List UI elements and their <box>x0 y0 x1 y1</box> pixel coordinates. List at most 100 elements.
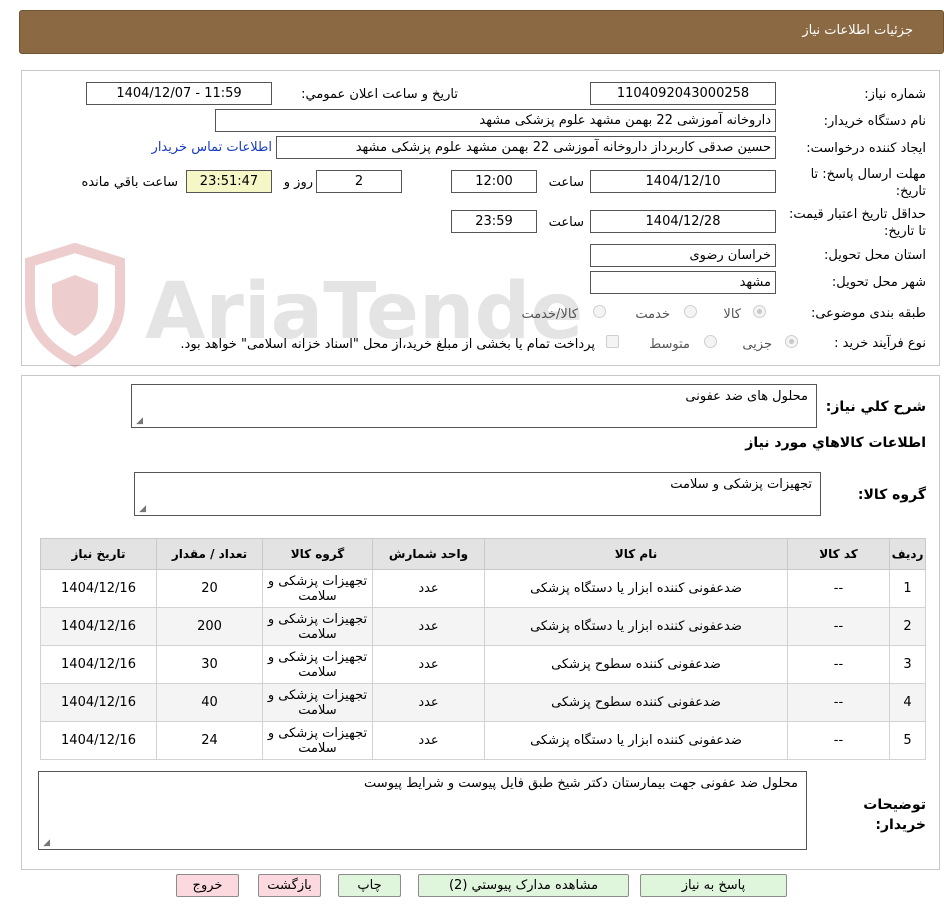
cell-row: 5 <box>889 721 926 760</box>
goods-group-textarea: تجهیزات پزشکی و سلامت ◢ <box>134 472 821 516</box>
cell-group: تجهیزات پزشکی و سلامت <box>262 683 373 722</box>
table-row: 1 -- ضدعفونی کننده ابزار یا دستگاه پزشکی… <box>40 569 926 608</box>
cell-quantity: 200 <box>156 607 263 646</box>
days-remaining-field: 2 <box>316 170 402 193</box>
buyer-notes-text: محلول ضد عفونی جهت بیمارستان دکتر شیخ طب… <box>364 776 798 791</box>
cell-group: تجهیزات پزشکی و سلامت <box>262 607 373 646</box>
cell-code: -- <box>787 607 890 646</box>
cell-date: 1404/12/16 <box>40 645 157 684</box>
cell-group: تجهیزات پزشکی و سلامت <box>262 569 373 608</box>
cell-unit: عدد <box>372 569 485 608</box>
resize-grip-icon[interactable]: ◢ <box>41 839 50 848</box>
cell-quantity: 30 <box>156 645 263 684</box>
cell-date: 1404/12/16 <box>40 569 157 608</box>
process-radio-minor[interactable] <box>785 335 798 348</box>
goods-table: ردیف کد کالا نام کالا واحد شمارش گروه کا… <box>40 538 926 760</box>
creator-field: حسین صدقی کاربرداز داروخانه آموزشی 22 به… <box>276 136 776 159</box>
cell-unit: عدد <box>372 607 485 646</box>
category-option-goods-service: کالا/خدمت <box>521 307 578 322</box>
category-option-goods: کالا <box>723 307 741 322</box>
cell-name: ضدعفونی کننده ابزار یا دستگاه پزشکی <box>484 569 788 608</box>
treasury-payment-note: پرداخت تمام یا بخشی از مبلغ خرید،از محل … <box>180 337 595 352</box>
cell-code: -- <box>787 721 890 760</box>
category-label: طبقه بندی موضوعی: <box>810 306 926 321</box>
cell-name: ضدعفونی کننده سطوح پزشکی <box>484 645 788 684</box>
buyer-notes-label: توضیحات خریدار: <box>863 797 926 833</box>
table-row: 3 -- ضدعفونی کننده سطوح پزشکی عدد تجهیزا… <box>40 645 926 684</box>
cell-group: تجهیزات پزشکی و سلامت <box>262 645 373 684</box>
days-label: روز و <box>283 175 313 190</box>
city-field: مشهد <box>590 271 776 294</box>
cell-group: تجهیزات پزشکی و سلامت <box>262 721 373 760</box>
announce-date-label: تاریخ و ساعت اعلان عمومي: <box>301 87 458 102</box>
goods-info-title: اطلاعات کالاهاي مورد نیاز <box>745 435 926 451</box>
summary-text: محلول های ضد عفونی <box>685 389 808 404</box>
buyer-org-field: داروخانه آموزشی 22 بهمن مشهد علوم پزشکی … <box>215 109 776 132</box>
table-row: 4 -- ضدعفونی کننده سطوح پزشکی عدد تجهیزا… <box>40 683 926 722</box>
reply-to-need-button[interactable]: پاسخ به نیاز <box>640 874 787 897</box>
page-header: جزئیات اطلاعات نیاز <box>19 10 944 54</box>
price-validity-label: حداقل تاریخ اعتبار قیمت: تا تاریخ: <box>788 207 926 239</box>
goods-group-text: تجهیزات پزشکی و سلامت <box>670 477 812 492</box>
col-header-code: کد کالا <box>787 538 890 570</box>
cell-name: ضدعفونی کننده ابزار یا دستگاه پزشکی <box>484 721 788 760</box>
treasury-payment-checkbox[interactable] <box>606 335 619 348</box>
cell-quantity: 40 <box>156 683 263 722</box>
cell-row: 3 <box>889 645 926 684</box>
category-radio-goods[interactable] <box>753 305 766 318</box>
need-number-field: 1104092043000258 <box>590 82 776 105</box>
col-header-group: گروه کالا <box>262 538 373 570</box>
announce-date-field: 1404/12/07 - 11:59 <box>86 82 272 105</box>
category-radio-goods-service[interactable] <box>593 305 606 318</box>
view-attachments-button[interactable]: مشاهده مدارک پیوستي (2) <box>418 874 629 897</box>
cell-code: -- <box>787 645 890 684</box>
process-option-medium: متوسط <box>649 337 690 352</box>
cell-row: 1 <box>889 569 926 608</box>
need-number-label: شماره نیاز: <box>864 87 926 102</box>
table-row: 5 -- ضدعفونی کننده ابزار یا دستگاه پزشکی… <box>40 721 926 760</box>
city-label: شهر محل تحویل: <box>831 275 926 290</box>
cell-row: 2 <box>889 607 926 646</box>
col-header-quantity: تعداد / مقدار <box>156 538 263 570</box>
col-header-date: تاریخ نیاز <box>40 538 157 570</box>
back-button[interactable]: بازگشت <box>258 874 321 897</box>
summary-label: شرح کلي نیاز: <box>825 399 926 415</box>
remaining-time-field: 23:51:47 <box>186 170 272 193</box>
cell-code: -- <box>787 569 890 608</box>
category-option-service: خدمت <box>635 307 670 322</box>
process-type-label: نوع فرآیند خرید : <box>834 336 926 351</box>
resize-grip-icon[interactable]: ◢ <box>134 417 143 426</box>
cell-unit: عدد <box>372 645 485 684</box>
col-header-unit: واحد شمارش <box>372 538 485 570</box>
exit-button[interactable]: خروج <box>176 874 239 897</box>
col-header-name: نام کالا <box>484 538 788 570</box>
cell-date: 1404/12/16 <box>40 607 157 646</box>
deadline-label: مهلت ارسال پاسخ: تا تاریخ: <box>810 167 926 199</box>
remaining-time-label: ساعت باقي مانده <box>81 175 178 190</box>
buyer-notes-textarea: محلول ضد عفونی جهت بیمارستان دکتر شیخ طب… <box>38 771 807 850</box>
deadline-time-field: 12:00 <box>451 170 537 193</box>
page-title: جزئیات اطلاعات نیاز <box>802 23 913 38</box>
category-radio-service[interactable] <box>684 305 697 318</box>
cell-date: 1404/12/16 <box>40 721 157 760</box>
cell-row: 4 <box>889 683 926 722</box>
cell-name: ضدعفونی کننده ابزار یا دستگاه پزشکی <box>484 607 788 646</box>
goods-table-header: ردیف کد کالا نام کالا واحد شمارش گروه کا… <box>40 538 926 570</box>
price-validity-time-field: 23:59 <box>451 210 537 233</box>
cell-code: -- <box>787 683 890 722</box>
province-field: خراسان رضوی <box>590 244 776 267</box>
process-radio-medium[interactable] <box>704 335 717 348</box>
cell-quantity: 24 <box>156 721 263 760</box>
cell-date: 1404/12/16 <box>40 683 157 722</box>
summary-textarea: محلول های ضد عفونی ◢ <box>131 384 817 428</box>
cell-quantity: 20 <box>156 569 263 608</box>
resize-grip-icon[interactable]: ◢ <box>137 505 146 514</box>
buyer-contact-link[interactable]: اطلاعات تماس خریدار <box>152 140 272 155</box>
deadline-time-label: ساعت <box>548 175 584 190</box>
print-button[interactable]: چاپ <box>338 874 401 897</box>
province-label: استان محل تحویل: <box>824 248 926 263</box>
cell-name: ضدعفونی کننده سطوح پزشکی <box>484 683 788 722</box>
deadline-date-field: 1404/12/10 <box>590 170 776 193</box>
table-row: 2 -- ضدعفونی کننده ابزار یا دستگاه پزشکی… <box>40 607 926 646</box>
shield-icon <box>25 242 125 368</box>
